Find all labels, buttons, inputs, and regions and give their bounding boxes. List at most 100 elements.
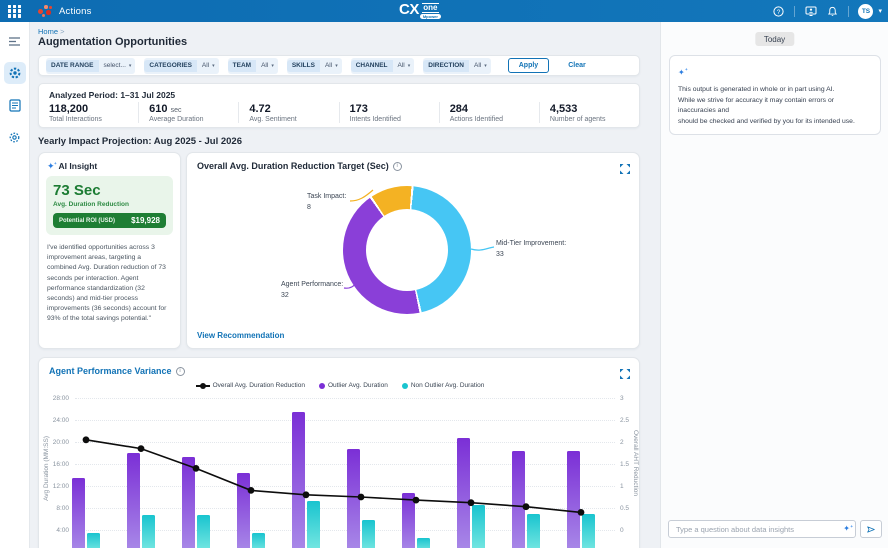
axis-tick-left: 16:00 — [53, 461, 69, 468]
line-point — [578, 509, 585, 516]
filter-bar: DATE RANGE select... ▾ CATEGORIES All ▾ … — [38, 55, 640, 76]
donut-label-mid-tier: Mid-Tier Improvement: 33 — [496, 239, 566, 260]
donut-hole — [366, 209, 448, 291]
right-axis-title: Overall AHT Reduction — [632, 430, 639, 496]
metric-actions-identified: 284 Actions Identified — [439, 102, 539, 123]
line-point — [468, 499, 475, 506]
chevron-down-icon: ▾ — [212, 63, 215, 69]
user-avatar[interactable]: TS — [858, 4, 873, 19]
donut-card-title: Overall Avg. Duration Reduction Target (… — [197, 161, 389, 171]
axis-tick-right: 0.5 — [620, 505, 629, 512]
apply-button[interactable]: Apply — [508, 58, 549, 73]
metric-avg-sentiment: 4.72 Avg. Sentiment — [238, 102, 338, 123]
bell-icon[interactable] — [826, 5, 839, 18]
help-icon[interactable]: ? — [772, 5, 785, 18]
chevron-down-icon[interactable]: ▾ — [878, 7, 882, 15]
topbar: Actions CX one Mpower ? TS ▾ — [0, 0, 888, 22]
legend-dot-non-outlier — [402, 383, 408, 389]
duration-reduction-label: Avg. Duration Reduction — [53, 201, 166, 208]
nav-settings-gear-icon[interactable] — [4, 126, 26, 148]
line-point — [523, 503, 530, 510]
metric-number-of-agents: 4,533 Number of agents — [539, 102, 639, 123]
screen-agent-icon[interactable] — [804, 5, 817, 18]
topbar-separator — [794, 6, 795, 17]
filter-channel[interactable]: CHANNEL All ▾ — [351, 58, 415, 74]
line-point — [83, 436, 90, 443]
legend-line-marker — [196, 385, 210, 387]
nav-form-icon[interactable] — [4, 94, 26, 116]
agent-performance-variance-card: Agent Performance Variance i Overall Avg… — [38, 357, 640, 548]
duration-reduction-target-card: Overall Avg. Duration Reduction Target (… — [186, 152, 640, 349]
chevron-down-icon: ▾ — [129, 63, 132, 69]
donut-label-task-impact: Task Impact: 8 — [307, 192, 346, 213]
sparkle-ai-icon: ✦ — [47, 162, 55, 170]
axis-tick-right: 3 — [620, 395, 624, 402]
info-icon[interactable]: i — [393, 162, 402, 171]
view-recommendation-link[interactable]: View Recommendation — [197, 331, 284, 340]
chat-input-box: ✦ — [668, 520, 856, 538]
clear-button[interactable]: Clear — [562, 61, 592, 70]
send-button[interactable] — [860, 520, 882, 538]
axis-tick-right: 2.5 — [620, 417, 629, 424]
page-title: Augmentation Opportunities — [38, 36, 187, 48]
variance-legend: Overall Avg. Duration Reduction Outlier … — [39, 382, 641, 389]
line-point — [413, 497, 420, 504]
app-root: Actions CX one Mpower ? TS ▾ — [0, 0, 888, 548]
variance-line-svg — [75, 398, 615, 548]
legend-overall-reduction[interactable]: Overall Avg. Duration Reduction — [196, 382, 305, 389]
filter-categories[interactable]: CATEGORIES All ▾ — [144, 58, 218, 74]
roi-pill: Potential ROI (USD) $19,928 — [53, 213, 166, 228]
line-point — [193, 465, 200, 472]
nav-list-icon[interactable] — [4, 30, 26, 52]
filter-team[interactable]: TEAM All ▾ — [228, 58, 278, 74]
analyzed-period: Analyzed Period: 1–31 Jul 2025 — [39, 84, 639, 102]
breadcrumb-separator: > — [60, 27, 64, 36]
axis-tick-left: 20:00 — [53, 439, 69, 446]
chevron-down-icon: ▾ — [408, 63, 411, 69]
axis-tick-left: 28:00 — [53, 395, 69, 402]
legend-dot-outlier — [319, 383, 325, 389]
chat-input[interactable] — [674, 524, 843, 535]
donut-label-agent-performance: Agent Performance: 32 — [281, 280, 343, 301]
filter-direction[interactable]: DIRECTION All ▾ — [423, 58, 491, 74]
ai-insight-highlight: 73 Sec Avg. Duration Reduction Potential… — [46, 176, 173, 235]
variance-card-title: Agent Performance Variance — [49, 366, 172, 376]
variance-grid — [75, 398, 615, 548]
leader-mid — [471, 247, 494, 250]
line-point — [248, 487, 255, 494]
ai-insight-card: ✦ AI Insight 73 Sec Avg. Duration Reduct… — [38, 152, 181, 349]
chevron-down-icon: ▾ — [271, 63, 274, 69]
metric-total-interactions: 118,200 Total Interactions — [49, 102, 138, 123]
app-title: Actions — [59, 6, 92, 17]
legend-non-outlier[interactable]: Non Outlier Avg. Duration — [402, 382, 485, 389]
app-grid-icon[interactable] — [8, 5, 21, 18]
send-icon — [867, 525, 875, 534]
legend-outlier[interactable]: Outlier Avg. Duration — [319, 382, 388, 389]
axis-tick-right: 1.5 — [620, 461, 629, 468]
line-point — [303, 491, 310, 498]
axis-tick-right: 0 — [620, 527, 624, 534]
summary-card: Analyzed Period: 1–31 Jul 2025 118,200 T… — [38, 83, 640, 128]
chevron-down-icon: ▾ — [484, 63, 487, 69]
duration-reduction-value: 73 Sec — [53, 182, 166, 199]
svg-text:?: ? — [777, 8, 781, 15]
sparkle-ai-icon: ✦ — [843, 525, 850, 533]
ai-disclaimer-card: ✦ This output is generated in whole or i… — [669, 55, 881, 135]
expand-icon[interactable] — [620, 161, 630, 179]
chevron-down-icon: ▾ — [335, 63, 338, 69]
axis-tick-right: 2 — [620, 439, 624, 446]
filter-date-range[interactable]: DATE RANGE select... ▾ — [46, 58, 135, 74]
ai-assistant-panel: Today ✦ This output is generated in whol… — [660, 22, 888, 548]
line-point — [138, 445, 145, 452]
axis-tick-left: 4:00 — [56, 527, 69, 534]
metric-intents-identified: 173 Intents Identified — [339, 102, 439, 123]
filter-skills[interactable]: SKILLS All ▾ — [287, 58, 342, 74]
breadcrumb[interactable]: Home > — [38, 27, 65, 36]
date-pill: Today — [755, 32, 794, 46]
variance-line — [86, 440, 581, 513]
axis-tick-right: 1 — [620, 483, 624, 490]
axis-tick-left: 12:00 — [53, 483, 69, 490]
nav-automation-icon[interactable] — [4, 62, 26, 84]
left-axis-title: Avg Duration (MM:SS) — [43, 436, 50, 501]
info-icon[interactable]: i — [176, 367, 185, 376]
